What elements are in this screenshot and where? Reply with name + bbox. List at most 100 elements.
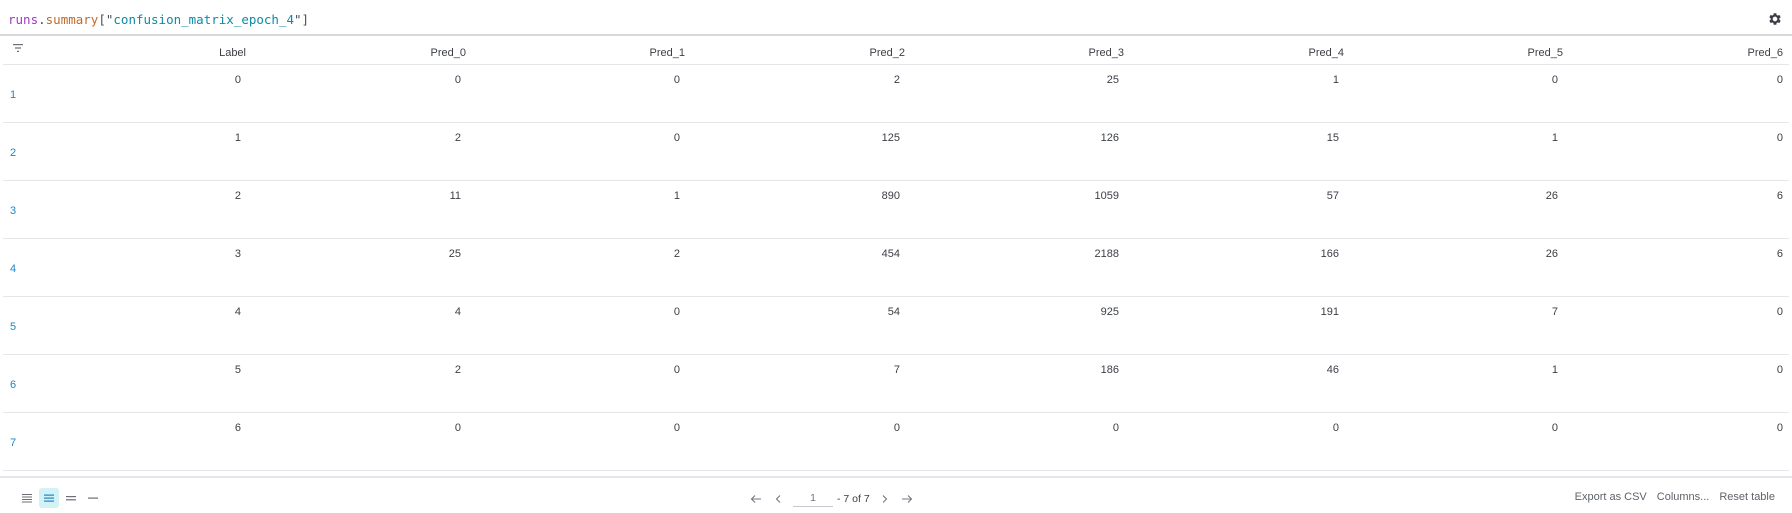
query-key: confusion_matrix_epoch_4: [113, 12, 295, 27]
table-cell: 0: [1776, 74, 1783, 86]
export-csv-button[interactable]: Export as CSV: [1575, 491, 1647, 503]
table-cell: 0: [454, 74, 461, 86]
reset-table-button[interactable]: Reset table: [1719, 491, 1775, 503]
row-index-link[interactable]: 3: [10, 205, 16, 217]
table-cell: 4: [454, 306, 461, 318]
next-page-button[interactable]: [874, 491, 896, 507]
table-row: 7 6 0 0 0 0 0 0 0: [3, 413, 1789, 471]
table-cell: 3: [234, 248, 241, 260]
table-cell: 0: [673, 364, 680, 376]
first-page-button[interactable]: [745, 491, 767, 507]
table-cell: 186: [1100, 364, 1119, 376]
table-cell: 925: [1100, 306, 1119, 318]
table-cell: 7: [1551, 306, 1558, 318]
table-cell: 191: [1320, 306, 1339, 318]
table-cell: 1: [1332, 74, 1339, 86]
table-cell: 26: [1545, 190, 1558, 202]
table-cell: 4: [234, 306, 241, 318]
row-index-link[interactable]: 7: [10, 437, 16, 449]
column-header-pred-0[interactable]: Pred_0: [266, 47, 466, 59]
query-dot: .: [38, 12, 46, 27]
table-cell: 7: [893, 364, 900, 376]
table-cell: 2: [673, 248, 680, 260]
table-cell: 0: [1776, 422, 1783, 434]
table-cell: 6: [1776, 248, 1783, 260]
table-footer: - 7 of 7 Export as CSV Columns... Reset …: [0, 476, 1792, 513]
table-cell: 2: [893, 74, 900, 86]
density-medium-button[interactable]: [39, 488, 59, 508]
query-property: summary: [45, 12, 99, 27]
row-density-toggle: [17, 488, 103, 508]
table-row: 2 1 2 0 125 126 15 1 0: [3, 123, 1789, 181]
pagination: - 7 of 7: [745, 490, 918, 507]
table-cell: 0: [1332, 422, 1339, 434]
row-index-link[interactable]: 4: [10, 263, 16, 275]
table-cell: 46: [1326, 364, 1339, 376]
query-bar: runs.summary["confusion_matrix_epoch_4"]: [0, 0, 1792, 36]
query-object: runs: [8, 12, 39, 27]
table-cell: 126: [1100, 132, 1119, 144]
prev-page-button[interactable]: [767, 491, 789, 507]
table-cell: 0: [673, 74, 680, 86]
row-index-link[interactable]: 2: [10, 147, 16, 159]
table-cell: 11: [449, 190, 461, 202]
density-compact-icon: [22, 494, 32, 503]
query-close-bracket: "]: [294, 12, 310, 27]
column-header-pred-6[interactable]: Pred_6: [1583, 47, 1783, 59]
query-open-bracket: [": [98, 12, 114, 27]
table-header: Label Pred_0 Pred_1 Pred_2 Pred_3 Pred_4…: [3, 37, 1789, 65]
column-header-pred-2[interactable]: Pred_2: [705, 47, 905, 59]
query-expression[interactable]: runs.summary["confusion_matrix_epoch_4"]: [8, 12, 309, 27]
density-comfortable-button[interactable]: [61, 488, 81, 508]
results-table: Label Pred_0 Pred_1 Pred_2 Pred_3 Pred_4…: [3, 37, 1789, 471]
gear-icon[interactable]: [1767, 11, 1783, 27]
page-number-input[interactable]: [793, 490, 833, 507]
table-cell: 0: [673, 132, 680, 144]
row-index-link[interactable]: 5: [10, 321, 16, 333]
table-actions: Export as CSV Columns... Reset table: [1575, 491, 1775, 503]
table-cell: 125: [881, 132, 900, 144]
chevron-left-icon: [775, 494, 781, 503]
row-index-link[interactable]: 1: [10, 89, 16, 101]
table-row: 3 2 11 1 890 1059 57 26 6: [3, 181, 1789, 239]
table-cell: 26: [1545, 248, 1558, 260]
table-cell: 0: [1551, 422, 1558, 434]
table-cell: 1: [1551, 364, 1558, 376]
table-cell: 2: [454, 364, 461, 376]
table-cell: 57: [1326, 190, 1339, 202]
table-cell: 0: [1551, 74, 1558, 86]
table-cell: 25: [1106, 74, 1119, 86]
table-cell: 0: [1776, 306, 1783, 318]
last-page-button[interactable]: [896, 491, 918, 507]
table-cell: 1: [1551, 132, 1558, 144]
table-cell: 2: [234, 190, 241, 202]
table-cell: 6: [234, 422, 241, 434]
table-cell: 166: [1320, 248, 1339, 260]
row-index-link[interactable]: 6: [10, 379, 16, 391]
table-cell: 454: [881, 248, 900, 260]
table-row: 4 3 25 2 454 2188 166 26 6: [3, 239, 1789, 297]
density-comfortable-icon: [66, 496, 76, 501]
table-cell: 5: [234, 364, 241, 376]
column-header-label[interactable]: Label: [46, 47, 246, 59]
table-cell: 2: [454, 132, 461, 144]
table-cell: 25: [448, 248, 461, 260]
column-header-pred-4[interactable]: Pred_4: [1144, 47, 1344, 59]
column-header-pred-5[interactable]: Pred_5: [1363, 47, 1563, 59]
column-header-pred-1[interactable]: Pred_1: [485, 47, 685, 59]
columns-button[interactable]: Columns...: [1657, 491, 1710, 503]
table-cell: 0: [1112, 422, 1119, 434]
column-header-pred-3[interactable]: Pred_3: [924, 47, 1124, 59]
filter-icon[interactable]: [12, 43, 24, 53]
chevron-right-icon: [882, 494, 887, 503]
density-single-line-icon: [88, 497, 98, 499]
table-cell: 1: [234, 132, 241, 144]
density-compact-button[interactable]: [17, 488, 37, 508]
table-cell: 1: [673, 190, 680, 202]
table-cell: 6: [1776, 190, 1783, 202]
table-cell: 0: [673, 306, 680, 318]
table-cell: 0: [234, 74, 241, 86]
density-single-line-button[interactable]: [83, 488, 103, 508]
table-cell: 54: [887, 306, 900, 318]
table-cell: 1059: [1094, 190, 1119, 202]
